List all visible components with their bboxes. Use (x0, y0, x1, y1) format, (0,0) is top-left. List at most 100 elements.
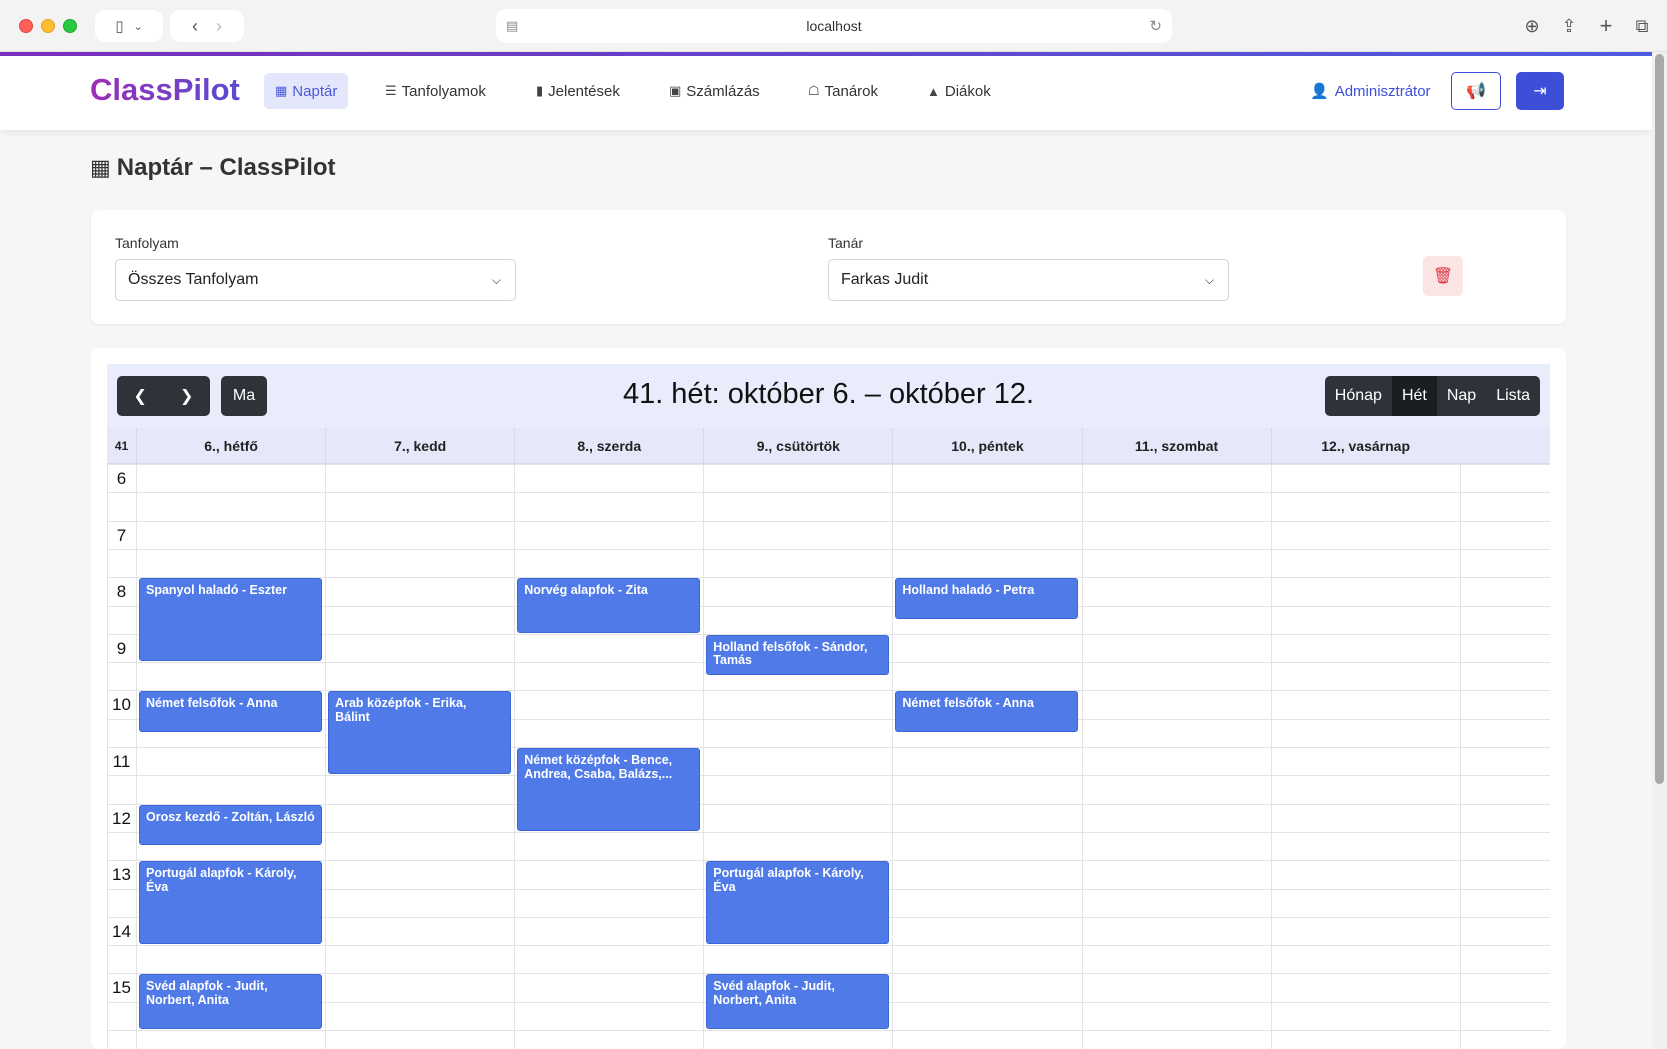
nav-item-tanfolyamok[interactable]: ☰ Tanfolyamok (374, 73, 497, 109)
reload-icon[interactable]: ↻ (1149, 17, 1162, 35)
hour-label: 12 (112, 808, 131, 828)
calendar-event[interactable]: Norvég alapfok - Zita (517, 578, 701, 633)
maximize-window-button[interactable] (63, 19, 77, 33)
calendar-event[interactable]: Spanyol haladó - Eszter (139, 578, 323, 662)
day-header[interactable]: 6., hétfő (136, 428, 325, 464)
view-week-button[interactable]: Hét (1391, 376, 1437, 416)
announcement-button[interactable]: 📢 (1451, 72, 1501, 110)
page-title-text: Naptár – ClassPilot (116, 154, 336, 181)
calendar-event[interactable]: Német felsőfok - Anna (139, 691, 323, 732)
day-header[interactable]: 7., kedd (325, 428, 514, 464)
megaphone-icon: 📢 (1466, 83, 1486, 100)
calendar-event[interactable]: Holland felsőfok - Sándor, Tamás (706, 634, 890, 676)
nav-item-label: Számlázás (686, 82, 760, 100)
graduation-cap-icon: ▲ (927, 83, 940, 99)
week-number: 41 (114, 439, 129, 453)
day-header[interactable]: 9., csütörtök (703, 428, 892, 464)
view-day-button[interactable]: Nap (1437, 376, 1486, 416)
nav-item-diakok[interactable]: ▲ Diákok (916, 73, 1002, 109)
calendar-event[interactable]: Német középfok - Bence, Andrea, Csaba, B… (517, 748, 701, 831)
view-month-button[interactable]: Hónap (1325, 376, 1392, 416)
teacher-icon: ☖ (808, 83, 820, 98)
calendar-event[interactable]: Svéd alapfok - Judit, Norbert, Anita (139, 974, 323, 1029)
address-bar[interactable]: ▤ localhost ↻ (496, 9, 1172, 43)
hour-label: 6 (116, 469, 127, 488)
day-header[interactable]: 12., vasárnap (1270, 428, 1460, 464)
view-list-button[interactable]: Lista (1486, 376, 1540, 416)
teacher-filter-label: Tanár (828, 235, 864, 251)
course-filter-label: Tanfolyam (115, 235, 179, 251)
hour-label: 8 (116, 582, 127, 602)
user-name: Adminisztrátor (1334, 82, 1431, 100)
back-button[interactable]: ‹ (192, 16, 198, 37)
site-settings-icon[interactable]: ▤ (506, 18, 518, 34)
calendar-event[interactable]: Német felsőfok - Anna (895, 691, 1079, 732)
share-icon[interactable]: ⇪ (1555, 10, 1583, 42)
minimize-window-button[interactable] (41, 19, 55, 33)
calendar-event[interactable]: Svéd alapfok - Judit, Norbert, Anita (706, 974, 890, 1029)
hour-label: 10 (112, 695, 131, 715)
day-header[interactable]: 11., szombat (1081, 428, 1271, 464)
today-button[interactable]: Ma (221, 376, 267, 416)
calendar-event[interactable]: Orosz kezdő - Zoltán, László (139, 804, 323, 846)
hour-label: 9 (116, 638, 127, 658)
teacher-filter-value: Farkas Judit (841, 271, 929, 288)
forward-button[interactable]: › (216, 16, 222, 37)
course-filter-select[interactable]: Összes Tanfolyam ⌵ (115, 259, 516, 301)
calendar-panel: 41. hét: október 6. – október 12. ❮ ❯ Ma… (91, 348, 1566, 1049)
grid-column-divider (136, 464, 137, 1049)
next-week-button[interactable]: ❯ (164, 376, 211, 416)
grid-row-divider (107, 605, 1550, 607)
grid-column-divider (703, 464, 705, 1049)
sign-out-icon: ⇥ (1533, 83, 1547, 100)
browser-toolbar: ▯ ⌄ ‹ › ▤ localhost ↻ ⊕ ⇪ + ⧉ (0, 0, 1667, 52)
nav-item-tanarok[interactable]: ☖ Tanárok (797, 73, 889, 109)
user-menu[interactable]: 👤 Adminisztrátor (1310, 82, 1431, 101)
grid-column-divider (1081, 464, 1083, 1049)
tab-overview-icon[interactable]: ⧉ (1628, 10, 1656, 42)
nav-item-label: Tanárok (824, 82, 879, 100)
day-header[interactable]: 8., szerda (514, 428, 703, 464)
grid-row-divider (107, 945, 1550, 947)
nav-item-naptar[interactable]: ▦ Naptár (264, 73, 349, 109)
page-scrollbar[interactable] (1652, 52, 1667, 1049)
grid-row-divider (107, 492, 1550, 494)
grid-row-divider (107, 548, 1550, 550)
sidebar-icon: ▯ (115, 18, 124, 35)
hour-label: 7 (116, 525, 127, 545)
url-text: localhost (806, 18, 862, 34)
trash-icon: 🗑 (1432, 268, 1454, 285)
logout-button[interactable]: ⇥ (1516, 72, 1564, 110)
list-icon: ☰ (385, 83, 397, 98)
scrollbar-thumb[interactable] (1655, 54, 1664, 784)
calendar-nav-group: ❮ ❯ (117, 376, 210, 416)
nav-item-label: Diákok (944, 82, 991, 100)
chevron-down-icon: ⌄ (133, 20, 143, 33)
clear-filters-button[interactable]: 🗑 (1423, 256, 1463, 296)
view-switcher: Hónap Hét Nap Lista (1324, 376, 1540, 416)
chevron-right-icon: ❯ (180, 388, 194, 405)
calendar-event[interactable]: Arab középfok - Erika, Bálint (328, 691, 512, 775)
nav-item-szamlazas[interactable]: ▣ Számlázás (658, 73, 771, 109)
grid-row-divider (107, 520, 1550, 522)
new-tab-icon[interactable]: + (1592, 10, 1620, 42)
nav-item-label: Tanfolyamok (401, 82, 486, 100)
close-window-button[interactable] (19, 19, 33, 33)
brand-logo[interactable]: ClassPilot (90, 72, 240, 108)
hour-label: 11 (112, 752, 131, 771)
prev-week-button[interactable]: ❮ (117, 376, 164, 416)
nav-item-jelentesek[interactable]: ▮ Jelentések (525, 73, 631, 109)
calendar-event[interactable]: Holland haladó - Petra (895, 578, 1079, 619)
teacher-filter-select[interactable]: Farkas Judit ⌵ (828, 259, 1229, 301)
grid-row-divider (107, 1030, 1550, 1031)
calendar-event[interactable]: Portugál alapfok - Károly, Éva (139, 861, 323, 945)
grid-column-divider (892, 464, 894, 1049)
calendar-icon: ▦ (275, 83, 288, 98)
history-nav: ‹ › (170, 10, 244, 42)
grid-row-divider (107, 464, 1550, 465)
nav-item-label: Naptár (292, 82, 338, 100)
calendar-event[interactable]: Portugál alapfok - Károly, Éva (706, 861, 890, 945)
download-icon[interactable]: ⊕ (1518, 10, 1546, 42)
day-header[interactable]: 10., péntek (892, 428, 1081, 464)
sidebar-toggle-button[interactable]: ▯ ⌄ (95, 10, 163, 42)
